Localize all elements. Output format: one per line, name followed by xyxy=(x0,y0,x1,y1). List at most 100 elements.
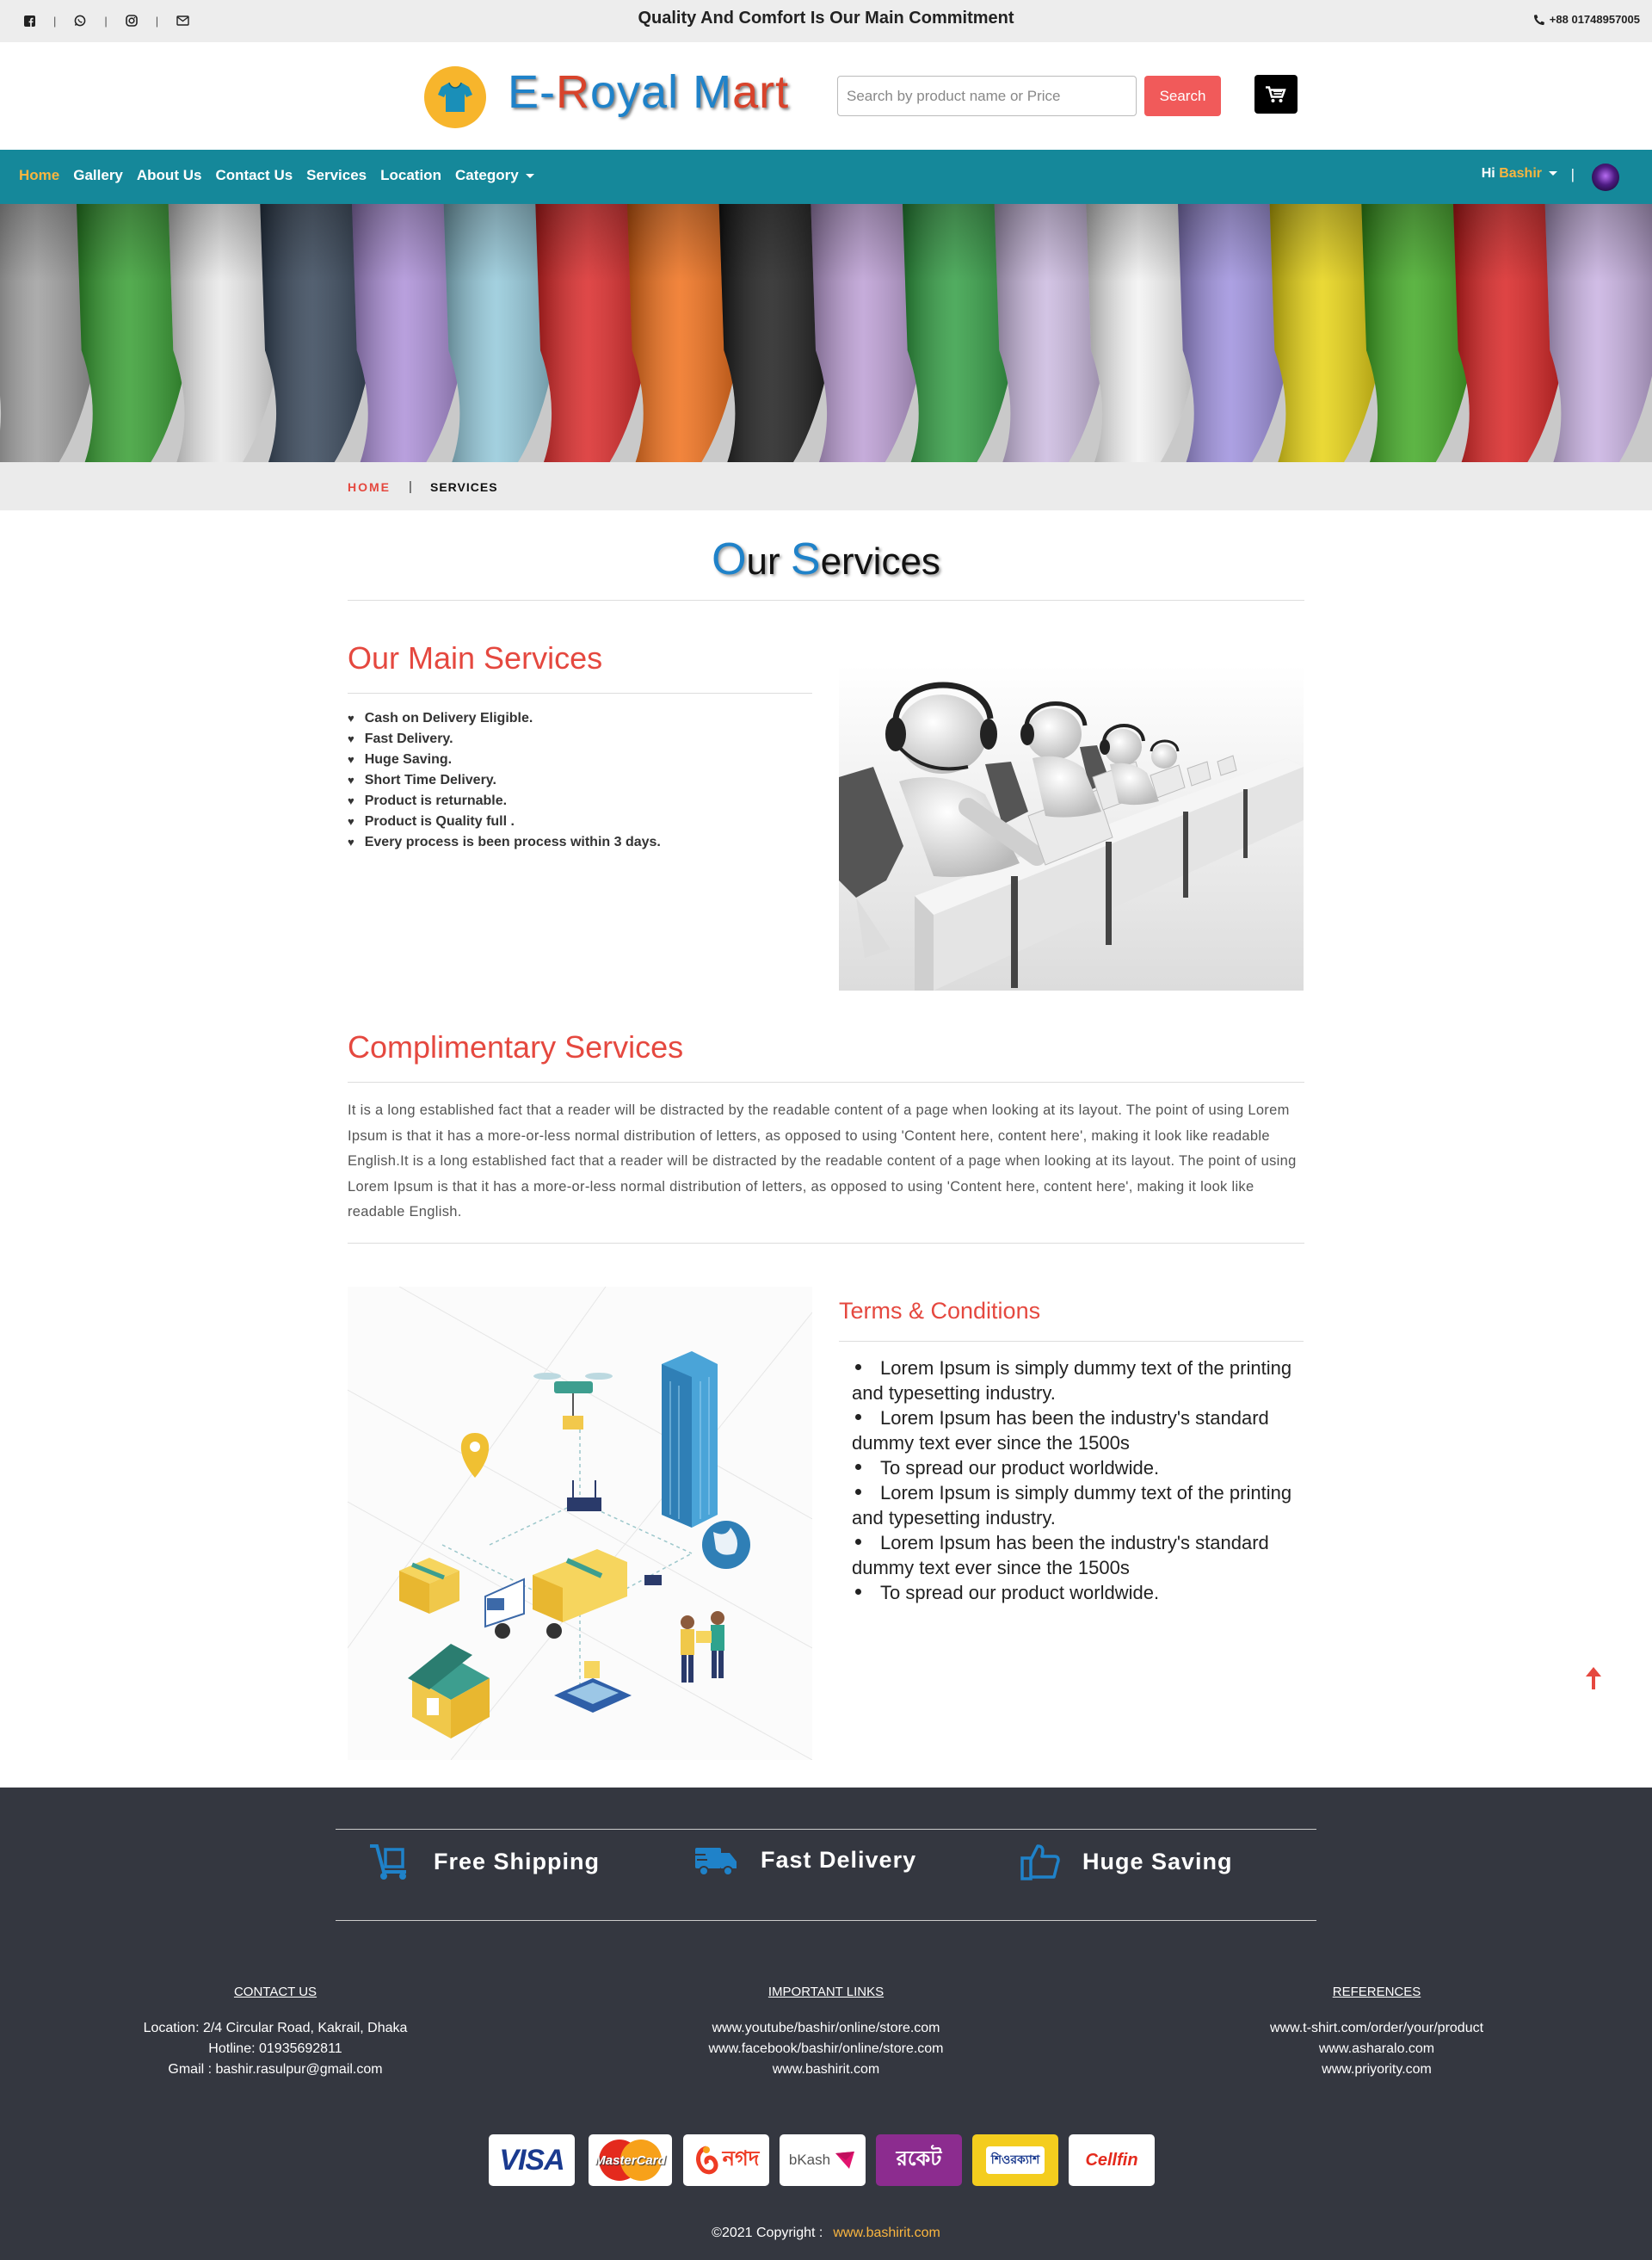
main-nav: Home Gallery About Us Contact Us Service… xyxy=(0,150,1652,204)
footer-contact-title[interactable]: CONTACT US xyxy=(103,1982,447,2003)
breadcrumb: HOME | SERVICES xyxy=(0,462,1652,510)
search-button[interactable]: Search xyxy=(1144,76,1221,116)
reference-link[interactable]: www.priyority.com xyxy=(1205,2059,1549,2080)
breadcrumb-home[interactable]: HOME xyxy=(348,480,391,494)
list-item-text: To spread our product worldwide. xyxy=(880,1582,1160,1603)
list-item: ♥ Every process is been process within 3 … xyxy=(348,832,661,853)
payment-label: শিওরক্যাশ xyxy=(985,2146,1045,2174)
list-item: ♥ Short Time Delivery. xyxy=(348,770,661,791)
heart-icon: ♥ xyxy=(348,794,354,807)
list-item-text: Fast Delivery. xyxy=(364,732,453,746)
list-item: To spread our product worldwide. xyxy=(852,1580,1299,1605)
list-item-text: Cash on Delivery Eligible. xyxy=(364,711,533,726)
list-item-text: Lorem Ipsum is simply dummy text of the … xyxy=(852,1482,1292,1528)
footer-link[interactable]: www.youtube/bashir/online/store.com xyxy=(654,2018,998,2039)
list-item: Lorem Ipsum has been the industry's stan… xyxy=(852,1530,1299,1580)
title-part: S xyxy=(790,534,821,584)
bullet xyxy=(855,1588,861,1595)
mastercard-logo: MasterCard xyxy=(589,2134,672,2186)
chevron-down-icon xyxy=(525,174,534,179)
hero-banner xyxy=(0,204,1652,462)
cart-icon xyxy=(1266,85,1286,102)
bullet xyxy=(855,1538,861,1545)
contact-location: Location: 2/4 Circular Road, Kakrail, Dh… xyxy=(143,2021,408,2035)
truck-icon xyxy=(693,1848,737,1876)
contact-hotline: Hotline: 01935692811 xyxy=(208,2041,342,2056)
reference-link[interactable]: www.asharalo.com xyxy=(1205,2039,1549,2059)
list-item-text: Lorem Ipsum has been the industry's stan… xyxy=(852,1407,1269,1454)
divider xyxy=(348,600,1304,601)
feature-label: Free Shipping xyxy=(434,1848,601,1874)
heart-icon: ♥ xyxy=(348,815,354,828)
avatar[interactable] xyxy=(1592,164,1619,191)
logo[interactable] xyxy=(424,66,486,128)
copyright-text: ©2021 Copyright : xyxy=(712,2226,823,2240)
nav-item-location[interactable]: Location xyxy=(380,167,441,184)
footer-links-title[interactable]: IMPORTANT LINKS xyxy=(654,1982,998,2003)
payment-label: MasterCard xyxy=(595,2152,666,2168)
payment-label: bKash xyxy=(788,2152,831,2168)
nagad-logo: নগদ xyxy=(683,2134,769,2186)
rocket-logo: রকেট xyxy=(876,2134,962,2186)
list-item-text: Product is returnable. xyxy=(364,793,508,808)
list-item-text: Every process is been process within 3 d… xyxy=(364,835,661,849)
brand-part: R xyxy=(556,66,590,118)
nav-item-gallery[interactable]: Gallery xyxy=(73,167,123,184)
breadcrumb-current: SERVICES xyxy=(430,480,498,494)
divider xyxy=(348,693,812,694)
call-center-image xyxy=(839,665,1304,991)
bullet xyxy=(855,1363,861,1370)
phone-contact[interactable]: +88 01748957005 xyxy=(1533,13,1640,26)
bullet xyxy=(855,1463,861,1470)
chevron-down-icon xyxy=(1549,171,1557,176)
list-item: Lorem Ipsum has been the industry's stan… xyxy=(852,1405,1299,1455)
arrow-up-icon xyxy=(1586,1667,1601,1689)
footer-references-title[interactable]: REFERENCES xyxy=(1205,1982,1549,2003)
copyright-link[interactable]: www.bashirit.com xyxy=(833,2226,940,2240)
heart-icon: ♥ xyxy=(348,732,354,745)
footer-link[interactable]: www.bashirit.com xyxy=(654,2059,998,2080)
main-services-heading: Our Main Services xyxy=(348,640,603,676)
nav-item-about-us[interactable]: About Us xyxy=(137,167,202,184)
list-item: To spread our product worldwide. xyxy=(852,1455,1299,1480)
nav-item-services[interactable]: Services xyxy=(306,167,367,184)
payment-label: রকেট xyxy=(896,2147,942,2170)
nav-item-category[interactable]: Category xyxy=(455,167,534,184)
bkash-logo: bKash xyxy=(780,2134,866,2186)
divider xyxy=(839,1341,1304,1342)
heart-icon: ♥ xyxy=(348,836,354,849)
user-menu[interactable]: Hi Bashir xyxy=(1482,166,1557,182)
list-item: ♥ Product is Quality full . xyxy=(348,812,661,832)
surecash-logo: শিওরক্যাশ xyxy=(972,2134,1058,2186)
hero-image xyxy=(0,204,1652,462)
search-input[interactable] xyxy=(837,76,1137,116)
footer-link[interactable]: www.facebook/bashir/online/store.com xyxy=(654,2039,998,2059)
phone-icon xyxy=(1533,14,1544,25)
payment-label: নগদ xyxy=(722,2147,760,2170)
delivery-illustration xyxy=(348,1287,812,1760)
cart-button[interactable] xyxy=(1254,75,1298,114)
footer-references: REFERENCES www.t-shirt.com/order/your/pr… xyxy=(1205,1982,1549,2080)
bullet xyxy=(855,1488,861,1495)
payment-label: Cellfin xyxy=(1085,2150,1138,2170)
feature-label: Huge Saving xyxy=(1082,1848,1233,1874)
list-item: ♥ Cash on Delivery Eligible. xyxy=(348,708,661,729)
list-item-text: Short Time Delivery. xyxy=(364,773,496,787)
feature-huge-saving: Huge Saving xyxy=(1020,1843,1233,1880)
brand-name[interactable]: E-Royal Mart xyxy=(508,65,789,119)
title-part: ervices xyxy=(820,540,940,583)
nav-separator: | xyxy=(1570,166,1575,182)
nav-item-contact-us[interactable]: Contact Us xyxy=(215,167,293,184)
tagline: Quality And Comfort Is Our Main Commitme… xyxy=(638,9,1014,28)
breadcrumb-separator: | xyxy=(409,479,412,494)
nav-item-home[interactable]: Home xyxy=(19,167,59,184)
footer-links: IMPORTANT LINKS www.youtube/bashir/onlin… xyxy=(654,1982,998,2080)
title-part: O xyxy=(712,534,747,584)
brand-part: art xyxy=(732,66,790,118)
feature-fast-delivery: Fast Delivery xyxy=(693,1843,916,1877)
terms-list: Lorem Ipsum is simply dummy text of the … xyxy=(852,1355,1299,1605)
scroll-to-top-button[interactable] xyxy=(1586,1667,1601,1694)
reference-link[interactable]: www.t-shirt.com/order/your/product xyxy=(1205,2018,1549,2039)
tshirt-icon xyxy=(438,82,472,112)
contact-gmail: Gmail : bashir.rasulpur@gmail.com xyxy=(168,2062,383,2077)
